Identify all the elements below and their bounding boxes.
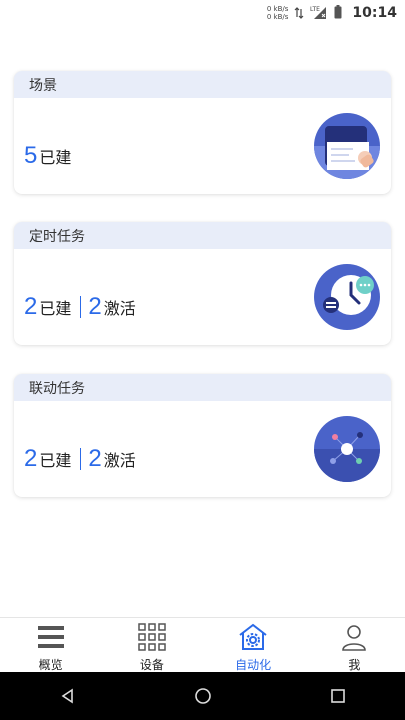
clock-icon — [313, 263, 381, 331]
home-gear-icon — [238, 622, 268, 652]
linkage-task-card[interactable]: 联动任务 2 已建 2 激活 — [14, 374, 391, 497]
timer-task-card-body: 2 已建 2 激活 — [14, 249, 391, 345]
timer-created-count: 2 — [24, 293, 38, 320]
tab-devices-label: 设备 — [139, 658, 164, 672]
linkage-active-count: 2 — [88, 445, 102, 472]
tab-overview[interactable]: 概览 — [0, 618, 101, 673]
scene-card-body: 5 已建 — [14, 98, 391, 194]
linkage-created-count: 2 — [24, 445, 38, 472]
network-speed: 0 kB/s 0 kB/s — [267, 5, 289, 21]
list-icon — [36, 622, 66, 652]
status-time: 10:14 — [352, 5, 397, 21]
timer-task-card-title: 定时任务 — [29, 228, 85, 245]
linkage-task-stats: 2 已建 2 激活 — [24, 445, 140, 473]
person-icon — [339, 622, 369, 652]
scene-card-header: 场景 — [14, 71, 391, 98]
tab-me[interactable]: 我 — [304, 618, 405, 673]
linkage-task-card-body: 2 已建 2 激活 — [14, 401, 391, 497]
timer-task-card-header: 定时任务 — [14, 222, 391, 249]
scene-card-title: 场景 — [29, 77, 57, 94]
tab-devices[interactable]: 设备 — [101, 618, 202, 673]
system-nav-bar — [0, 672, 405, 720]
recents-button[interactable] — [318, 676, 358, 716]
lte-signal-icon: LTE — [310, 4, 328, 23]
linkage-task-card-header: 联动任务 — [14, 374, 391, 401]
svg-text:LTE: LTE — [310, 6, 320, 13]
linkage-task-card-title: 联动任务 — [29, 380, 85, 397]
grid-icon — [137, 622, 167, 652]
tab-automation[interactable]: 自动化 — [203, 618, 304, 673]
back-triangle-icon — [61, 688, 73, 704]
timer-task-card[interactable]: 定时任务 2 已建 2 激活 — [14, 222, 391, 345]
data-transfer-icon — [294, 4, 304, 23]
linkage-created-label: 已建 — [39, 451, 72, 470]
scene-created-label: 已建 — [39, 148, 72, 167]
status-bar: 0 kB/s 0 kB/s LTE 10:14 — [0, 0, 405, 26]
stat-divider — [80, 296, 82, 318]
scene-created-count: 5 — [24, 142, 38, 169]
network-speed-down: 0 kB/s — [266, 13, 289, 21]
tab-automation-label: 自动化 — [235, 658, 272, 672]
bottom-tab-bar: 概览 设备 自动化 我 — [0, 617, 405, 673]
timer-active-label: 激活 — [103, 299, 136, 318]
recents-square-icon — [330, 689, 345, 703]
phone-card-icon — [313, 112, 381, 180]
timer-active-count: 2 — [88, 293, 102, 320]
scene-stats: 5 已建 — [24, 142, 75, 170]
home-button[interactable] — [183, 676, 223, 716]
tab-me-label: 我 — [348, 658, 361, 672]
battery-icon — [334, 4, 342, 23]
linkage-active-label: 激活 — [103, 451, 136, 470]
home-circle-icon — [194, 688, 211, 704]
scene-card[interactable]: 场景 5 已建 — [14, 71, 391, 194]
network-nodes-icon — [313, 415, 381, 483]
tab-overview-label: 概览 — [38, 658, 63, 672]
timer-created-label: 已建 — [39, 299, 72, 318]
back-button[interactable] — [48, 676, 88, 716]
stat-divider — [80, 448, 82, 470]
network-speed-up: 0 kB/s — [266, 5, 289, 13]
timer-task-stats: 2 已建 2 激活 — [24, 293, 140, 321]
